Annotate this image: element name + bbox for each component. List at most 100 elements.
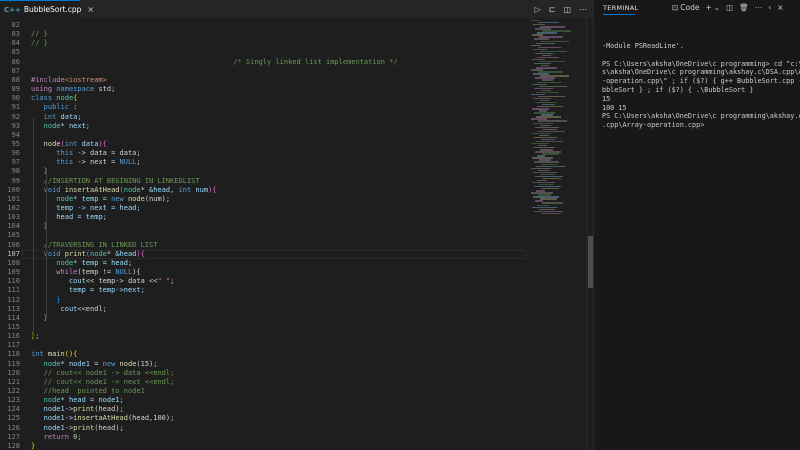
code-token: this bbox=[56, 158, 74, 167]
more-actions-icon[interactable]: ⋯ bbox=[579, 5, 587, 14]
code-line[interactable]: 100 void insertaAtHead(node* &head, int … bbox=[0, 186, 528, 195]
line-text: // cout<< node1 -> data <<endl; bbox=[31, 369, 175, 378]
terminal-output[interactable]: -Module PSReadLine'. PS C:\Users\aksha\O… bbox=[602, 42, 800, 130]
terminal-shell-label[interactable]: Code bbox=[680, 3, 699, 12]
code-token: << temp-> data << bbox=[85, 277, 158, 286]
chevron-left-icon[interactable]: ‹ bbox=[768, 3, 771, 12]
code-line[interactable]: 115 bbox=[0, 323, 528, 332]
line-text: void insertaAtHead(node* &head, int num)… bbox=[31, 186, 217, 195]
code-token: node bbox=[43, 139, 61, 148]
code-line[interactable]: 114 } bbox=[0, 314, 528, 323]
line-text: temp = temp->next; bbox=[31, 286, 145, 295]
trash-icon[interactable]: 🗑 bbox=[739, 3, 749, 12]
code-line[interactable]: 122 //head pointed to node1 bbox=[0, 387, 528, 396]
code-line[interactable]: 116}; bbox=[0, 332, 528, 341]
code-line[interactable]: 88 #include<iostream> bbox=[0, 76, 528, 85]
line-text: // cout<< node1 -> next <<endl; bbox=[31, 378, 175, 387]
code-token: (15); bbox=[136, 359, 158, 368]
line-number: 102 bbox=[7, 204, 20, 212]
code-token: ; bbox=[35, 332, 40, 341]
line-text: node1->print(head); bbox=[31, 405, 124, 414]
code-line[interactable]: 83 // } bbox=[0, 30, 528, 39]
chevron-down-icon[interactable]: ⌄ bbox=[714, 3, 720, 12]
code-line[interactable]: 117 bbox=[0, 341, 528, 350]
code-line[interactable]: 112 } bbox=[0, 296, 528, 305]
code-line[interactable]: 123 node* head = node1; bbox=[0, 396, 528, 405]
terminal-line: 100 15 bbox=[602, 103, 627, 112]
code-line[interactable]: 121 // cout<< node1 -> next <<endl; bbox=[0, 378, 528, 387]
code-line[interactable]: 86 /* Singly linked list implementation … bbox=[0, 58, 528, 67]
code-line[interactable]: 124 node1->print(head); bbox=[0, 405, 528, 414]
code-line[interactable]: 128} bbox=[0, 442, 528, 450]
line-number: 127 bbox=[7, 432, 20, 441]
code-line[interactable]: 91 public : bbox=[0, 103, 528, 112]
code-line[interactable]: 127 return 0; bbox=[0, 433, 528, 442]
code-token: head = temp; bbox=[56, 213, 107, 222]
more-icon[interactable]: ⋯ bbox=[755, 3, 763, 12]
code-line[interactable]: 108 node* temp = head; bbox=[0, 259, 528, 268]
code-line[interactable]: 82 bbox=[0, 21, 528, 30]
close-panel-icon[interactable]: × bbox=[777, 3, 783, 12]
code-line[interactable]: 92 int data; bbox=[0, 113, 528, 122]
code-line[interactable]: 96 this -> data = data; bbox=[0, 149, 528, 158]
code-line[interactable]: 110 cout<< temp-> data <<" "; bbox=[0, 277, 528, 286]
code-token: insertaAtHead bbox=[64, 185, 120, 194]
code-line[interactable]: 97 this -> next = NULL; bbox=[0, 158, 528, 167]
code-line[interactable]: 118 int main(){ bbox=[0, 350, 528, 359]
code-line[interactable]: 95 node(int data){ bbox=[0, 140, 528, 149]
code-line[interactable]: 94 bbox=[0, 131, 528, 140]
code-token: , bbox=[170, 185, 179, 194]
code-line[interactable]: 106 //TRAVERSING IN LINKED LIST bbox=[0, 241, 528, 250]
code-line[interactable]: 111 temp = temp->next; bbox=[0, 286, 528, 295]
code-line[interactable]: 99 //INSERTION AT BEGINING IN LINKEDLIST bbox=[0, 177, 528, 186]
code-token: node bbox=[43, 359, 61, 368]
line-text: int main(){ bbox=[31, 350, 77, 359]
split-terminal-icon[interactable]: ◫ bbox=[726, 3, 733, 12]
layout-icon[interactable]: ◫ bbox=[563, 5, 571, 14]
line-number: 107 bbox=[7, 249, 20, 258]
code-line[interactable]: 98 } bbox=[0, 167, 528, 176]
code-line[interactable]: 84 // } bbox=[0, 39, 528, 48]
code-line[interactable]: 126 node1->print(head); bbox=[0, 424, 528, 433]
tab-bubblesort-cpp[interactable]: C++ BubbleSort.cpp × bbox=[0, 0, 94, 18]
code-line[interactable]: 107 void print(node* &head){ bbox=[0, 250, 528, 259]
line-number: 89 bbox=[11, 85, 20, 94]
tab-terminal[interactable]: TERMINAL bbox=[603, 4, 638, 12]
add-terminal-icon[interactable]: + bbox=[706, 3, 712, 12]
code-line[interactable]: 105 bbox=[0, 231, 528, 240]
line-text: //INSERTION AT BEGINING IN LINKEDLIST bbox=[31, 177, 200, 186]
code-line[interactable]: 104 } bbox=[0, 222, 528, 231]
code-line[interactable]: 109 while(temp != NULL){ bbox=[0, 268, 528, 277]
close-icon[interactable]: × bbox=[87, 5, 94, 14]
code-token: node1-> bbox=[43, 405, 74, 414]
code-line[interactable]: 119 node* node1 = new node(15); bbox=[0, 360, 528, 369]
code-token: ){ bbox=[208, 185, 217, 194]
code-token: int bbox=[64, 139, 78, 148]
code-token: (num); bbox=[144, 194, 171, 203]
terminal-panel: TERMINAL ⊡ Code + ⌄ ◫ 🗑 ⋯ ‹ × -Module PS… bbox=[593, 0, 800, 450]
line-number: 128 bbox=[7, 441, 20, 450]
line-number: 83 bbox=[11, 30, 20, 39]
line-number: 106 bbox=[7, 240, 20, 249]
code-line[interactable]: 102 temp -> next = head; bbox=[0, 204, 528, 213]
run-icon[interactable]: ▷ bbox=[535, 5, 541, 14]
code-line[interactable]: 90 class node{ bbox=[0, 94, 528, 103]
code-line[interactable]: 89 using namespace std; bbox=[0, 85, 528, 94]
minimap[interactable] bbox=[528, 18, 586, 450]
line-number: 112 bbox=[7, 295, 20, 304]
line-text: #include<iostream> bbox=[31, 76, 107, 85]
split-editor-icon[interactable]: ⊏ bbox=[549, 5, 556, 14]
code-line[interactable]: 125 node1->insertaAtHead(head,100); bbox=[0, 414, 528, 423]
code-editor[interactable]: 82 83 // } 84 // } 85 86 /* Singly linked lis… bbox=[0, 18, 528, 450]
code-line[interactable]: 93 node* next; bbox=[0, 122, 528, 131]
code-line[interactable]: 101 node* temp = new node(num); bbox=[0, 195, 528, 204]
code-line[interactable]: 103 head = temp; bbox=[0, 213, 528, 222]
code-line[interactable]: 113 cout<<endl; bbox=[0, 305, 528, 314]
code-line[interactable]: 85 bbox=[0, 48, 528, 57]
line-text: //head pointed to node1 bbox=[31, 387, 145, 396]
code-line[interactable]: 120 // cout<< node1 -> data <<endl; bbox=[0, 369, 528, 378]
code-token: public bbox=[43, 103, 69, 112]
editor-scrollbar[interactable] bbox=[586, 18, 593, 450]
code-line[interactable]: 87 bbox=[0, 67, 528, 76]
